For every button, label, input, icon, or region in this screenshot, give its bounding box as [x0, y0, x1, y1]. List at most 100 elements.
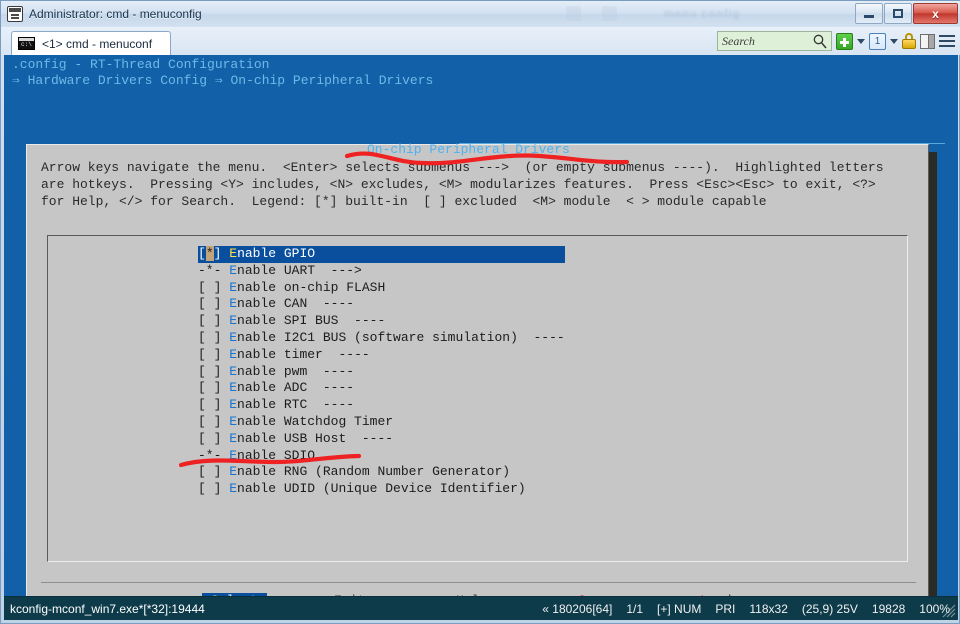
cmd-prompt-icon — [18, 37, 35, 50]
menu-item-hotkey: E — [229, 464, 238, 480]
window-dropdown-caret-icon[interactable] — [890, 38, 898, 44]
status-field: PRI — [715, 601, 736, 616]
search-icon — [813, 34, 827, 49]
menu-item-hotkey: E — [229, 430, 238, 446]
menu-item-row[interactable]: [ ] Enable Watchdog Timer — [198, 414, 565, 431]
status-field: (25,9) 25V — [801, 601, 858, 616]
breadcrumb: ⇒ Hardware Drivers Config ⇒ On-chip Peri… — [12, 73, 434, 88]
menu-item-label: nable pwm — [237, 363, 308, 379]
menu-item-checkbox[interactable]: [ ] — [198, 330, 221, 345]
help-line-3: for Help, </> for Search. Legend: [*] bu… — [41, 194, 767, 209]
dialog-title: On-chip Peripheral Drivers — [367, 142, 570, 157]
menu-item-submenu-indicator: ---- — [322, 346, 370, 362]
search-input[interactable]: Search — [717, 31, 832, 51]
menu-item-row[interactable]: [ ] Enable on-chip FLASH — [198, 280, 565, 297]
menu-item-checkbox[interactable]: [*] — [198, 246, 221, 261]
menu-item-label: nable USB Host — [237, 430, 347, 446]
menu-item-list: [*] Enable GPIO -*- Enable UART --->[ ] E… — [198, 246, 565, 498]
menu-item-checkbox[interactable]: [ ] — [198, 280, 221, 295]
menu-item-checkbox[interactable]: [ ] — [198, 414, 221, 429]
menu-item-row[interactable]: [ ] Enable USB Host ---- — [198, 431, 565, 448]
tab-label: <1> cmd - menuconf — [42, 36, 153, 51]
tab-toolbar-row: <1> cmd - menuconf Search 1 — [1, 27, 960, 55]
menu-item-label: nable SPI BUS — [237, 313, 339, 329]
menu-item-row[interactable]: [ ] Enable SPI BUS ---- — [198, 313, 565, 330]
console-terminal[interactable]: .config - RT-Thread Configuration ⇒ Hardw… — [4, 55, 958, 596]
button-divider — [41, 582, 916, 583]
menu-item-submenu-indicator: ---- — [307, 397, 355, 413]
menu-item-submenu-indicator: ---- — [338, 313, 386, 329]
status-process-label: kconfig-mconf_win7.exe*[*32]:19444 — [10, 601, 205, 616]
hamburger-menu-icon[interactable] — [939, 35, 955, 47]
menu-item-label: nable RNG (Random Number Generator) — [237, 464, 511, 480]
help-line-2: are hotkeys. Pressing <Y> includes, <N> … — [41, 177, 876, 192]
menu-item-checkbox[interactable]: -*- — [198, 263, 221, 278]
console-window-icon — [7, 6, 23, 22]
menu-item-row[interactable]: [ ] Enable CAN ---- — [198, 296, 565, 313]
menu-item-label: nable Watchdog Timer — [237, 413, 394, 429]
menu-item-checkbox[interactable]: [ ] — [198, 481, 221, 496]
menu-item-checkbox[interactable]: [ ] — [198, 313, 221, 328]
window-title: Administrator: cmd - menuconfig — [29, 7, 202, 21]
menu-item-hotkey: E — [229, 296, 238, 312]
maximize-button[interactable] — [884, 3, 912, 24]
menu-item-hotkey: E — [229, 397, 238, 413]
menu-item-hotkey: E — [229, 447, 238, 463]
menu-item-label: nable GPIO — [237, 246, 316, 261]
menu-item-checkbox[interactable]: [ ] — [198, 431, 221, 446]
title-bar: Administrator: cmd - menuconfig menu con… — [1, 1, 960, 27]
status-field: 19828 — [871, 601, 906, 616]
menu-item-checkbox[interactable]: [ ] — [198, 347, 221, 362]
status-field: « 180206[64] — [542, 601, 613, 616]
menu-item-row[interactable]: -*- Enable UART ---> — [198, 263, 565, 280]
menu-listbox[interactable]: [*] Enable GPIO -*- Enable UART --->[ ] E… — [47, 235, 908, 562]
panel-toggle-icon[interactable] — [920, 33, 935, 49]
menu-item-row[interactable]: [ ] Enable timer ---- — [198, 347, 565, 364]
menu-item-hotkey: E — [229, 313, 238, 329]
window-controls: x — [855, 3, 958, 24]
menu-item-hotkey: E — [229, 363, 238, 379]
menu-item-label: nable RTC — [237, 397, 308, 413]
menu-item-submenu-indicator: ---- — [307, 380, 355, 396]
resize-grip-icon[interactable] — [942, 604, 956, 618]
menu-item-row[interactable]: [*] Enable GPIO — [198, 246, 565, 263]
menu-item-label: nable timer — [237, 346, 323, 362]
menu-item-hotkey: E — [229, 329, 238, 345]
add-tab-dropdown-caret-icon[interactable] — [857, 38, 865, 44]
add-tab-icon[interactable] — [836, 32, 853, 50]
menu-item-row[interactable]: [ ] Enable pwm ---- — [198, 364, 565, 381]
menuconfig-header: .config - RT-Thread Configuration ⇒ Hardw… — [12, 57, 952, 89]
window-index-icon[interactable]: 1 — [869, 32, 886, 50]
menu-item-hotkey: E — [229, 380, 238, 396]
minimize-button[interactable] — [855, 3, 883, 24]
menu-item-hotkey: E — [229, 413, 238, 429]
menu-item-hotkey: E — [229, 246, 238, 261]
status-bar: kconfig-mconf_win7.exe*[*32]:19444 « 180… — [4, 596, 958, 620]
menu-dialog: On-chip Peripheral Drivers Arrow keys na… — [26, 142, 929, 596]
menu-item-label: nable I2C1 BUS (software simulation) — [237, 329, 518, 345]
menu-item-submenu-indicator: ---- — [517, 329, 565, 345]
menu-item-checkbox[interactable]: [ ] — [198, 380, 221, 395]
menu-item-row[interactable]: -*- Enable SDIO — [198, 448, 565, 465]
menu-item-checkbox[interactable]: -*- — [198, 448, 221, 463]
menu-item-row[interactable]: [ ] Enable I2C1 BUS (software simulation… — [198, 330, 565, 347]
toolbar: Search 1 — [717, 30, 955, 52]
menu-item-submenu-indicator: ---- — [346, 430, 394, 446]
menu-item-submenu-indicator: ---- — [307, 363, 355, 379]
menu-item-checkbox[interactable]: [ ] — [198, 364, 221, 379]
close-button[interactable]: x — [913, 3, 958, 24]
lock-icon[interactable] — [902, 33, 916, 49]
help-text: Arrow keys navigate the menu. <Enter> se… — [41, 159, 921, 210]
menu-item-row[interactable]: [ ] Enable RTC ---- — [198, 397, 565, 414]
tab-cmd-menuconf[interactable]: <1> cmd - menuconf — [11, 31, 171, 55]
menu-item-checkbox[interactable]: [ ] — [198, 464, 221, 479]
menu-item-checkbox[interactable]: [ ] — [198, 296, 221, 311]
menu-item-row[interactable]: [ ] Enable ADC ---- — [198, 380, 565, 397]
menu-item-checkbox[interactable]: [ ] — [198, 397, 221, 412]
menu-item-row[interactable]: [ ] Enable RNG (Random Number Generator) — [198, 464, 565, 481]
menu-item-row[interactable]: [ ] Enable UDID (Unique Device Identifie… — [198, 481, 565, 498]
status-fields: « 180206[64] 1/1 [+] NUM PRI 118x32 (25,9) 25… — [542, 602, 950, 616]
menu-item-label: nable on-chip FLASH — [237, 279, 386, 295]
status-field: [+] NUM — [657, 601, 702, 616]
application-window: Administrator: cmd - menuconfig menu con… — [0, 0, 960, 624]
